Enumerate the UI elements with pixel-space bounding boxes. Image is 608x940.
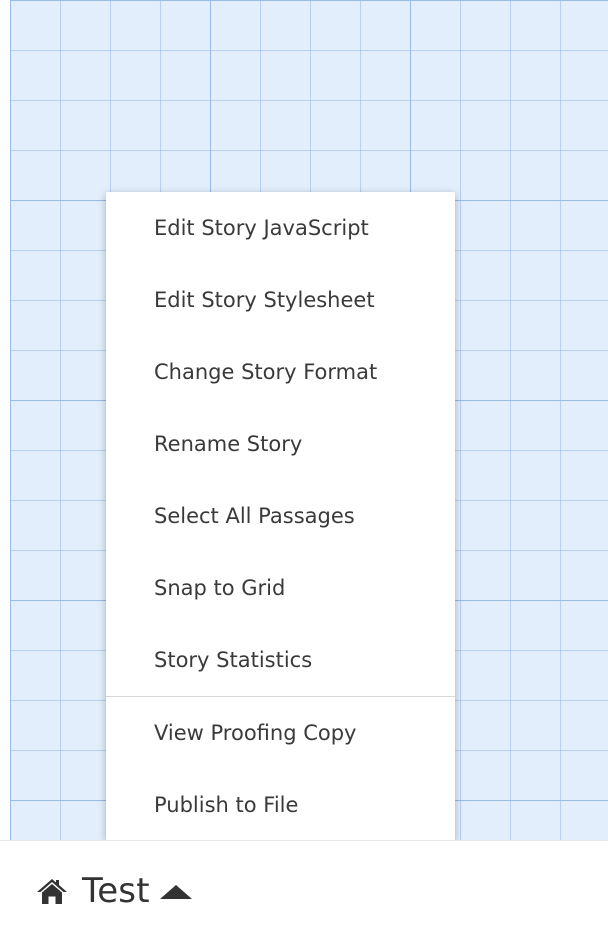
menu-item-change-story-format[interactable]: Change Story Format bbox=[106, 336, 455, 408]
menu-item-view-proofing-copy[interactable]: View Proofing Copy bbox=[106, 697, 455, 769]
left-margin bbox=[0, 0, 10, 840]
menu-item-edit-story-javascript[interactable]: Edit Story JavaScript bbox=[106, 192, 455, 264]
story-name: Test bbox=[82, 871, 150, 911]
bottom-toolbar: Test bbox=[0, 840, 608, 940]
menu-item-story-statistics[interactable]: Story Statistics bbox=[106, 624, 455, 696]
menu-item-rename-story[interactable]: Rename Story bbox=[106, 408, 455, 480]
story-menu-button[interactable]: Test bbox=[36, 863, 192, 919]
home-icon bbox=[36, 877, 68, 905]
menu-item-snap-to-grid[interactable]: Snap to Grid bbox=[106, 552, 455, 624]
menu-item-publish-to-file[interactable]: Publish to File bbox=[106, 769, 455, 841]
menu-item-edit-story-stylesheet[interactable]: Edit Story Stylesheet bbox=[106, 264, 455, 336]
menu-item-select-all-passages[interactable]: Select All Passages bbox=[106, 480, 455, 552]
story-map-page: Edit Story JavaScript Edit Story Stylesh… bbox=[0, 0, 608, 940]
caret-up-icon bbox=[159, 885, 192, 899]
story-context-menu: Edit Story JavaScript Edit Story Stylesh… bbox=[106, 192, 455, 841]
